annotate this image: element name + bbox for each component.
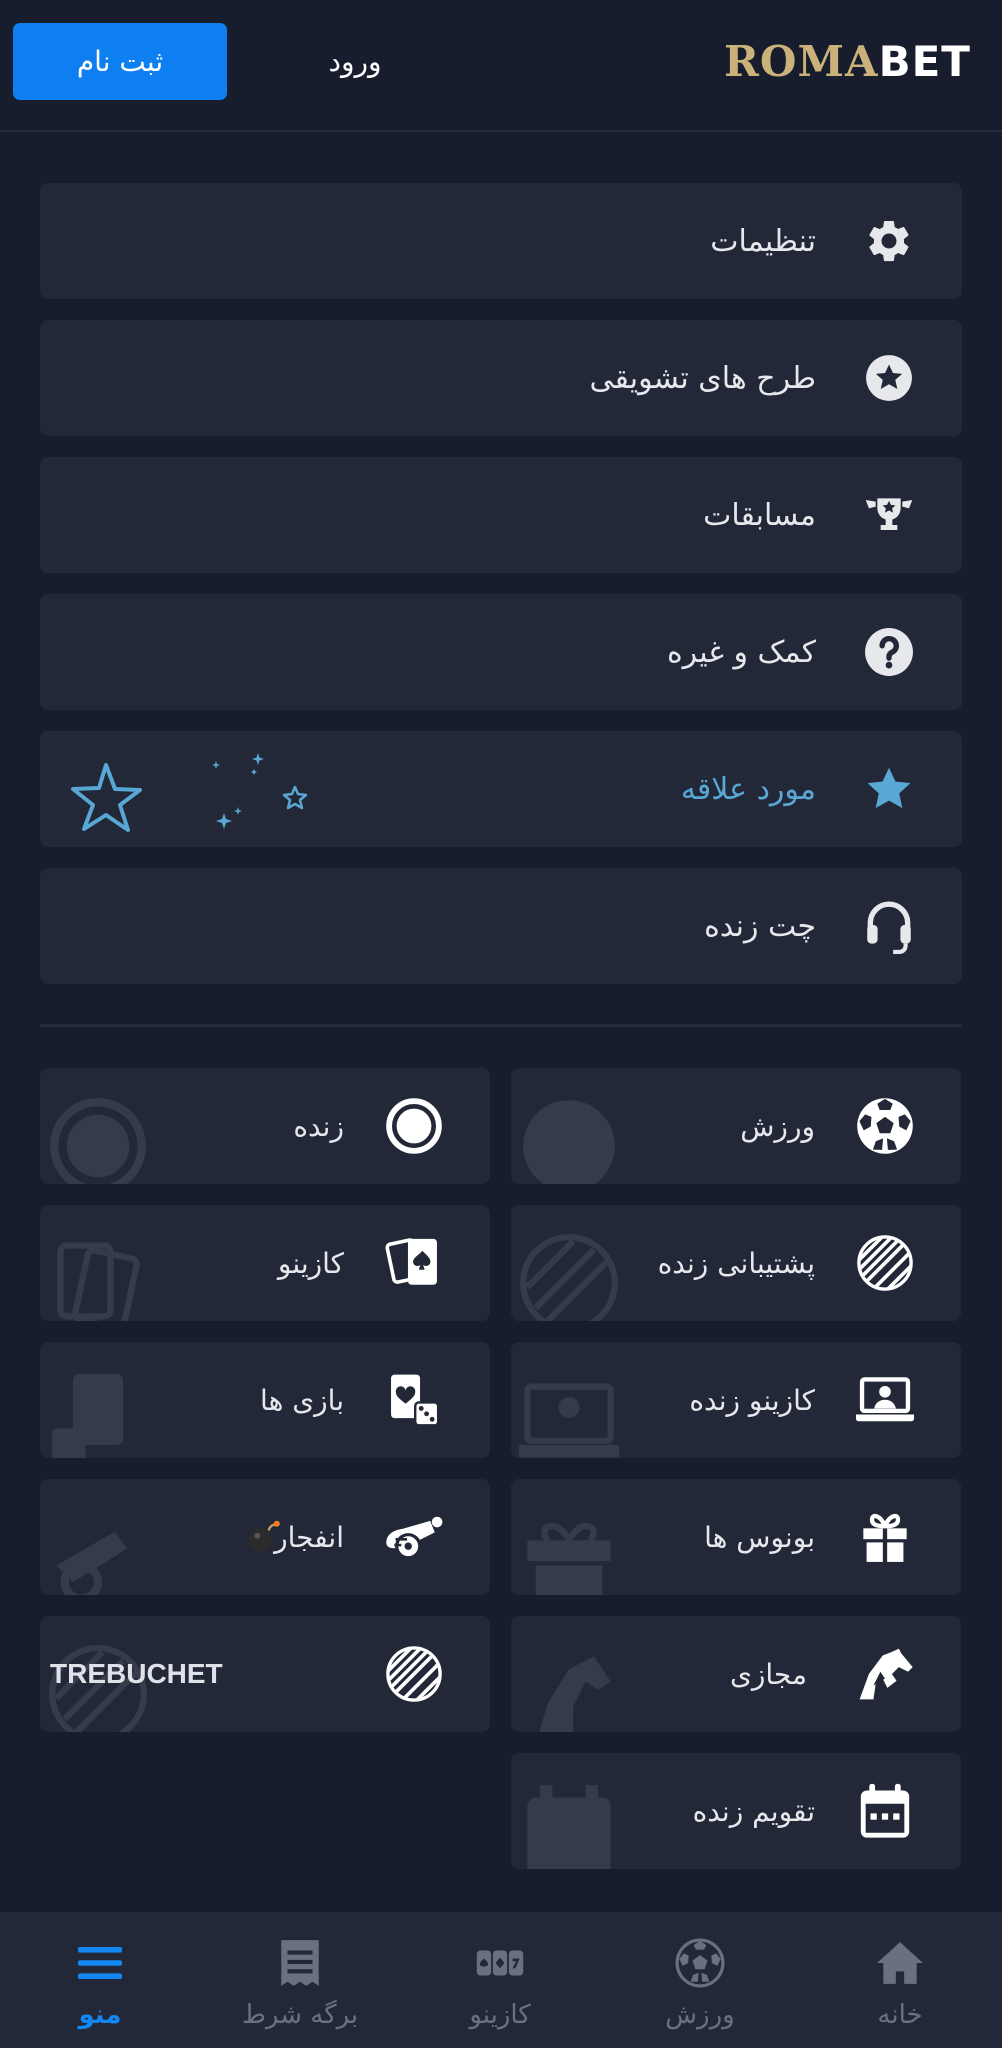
calendar-background-icon: [527, 1785, 611, 1869]
tile-label: مجازی: [729, 1657, 807, 1691]
register-button[interactable]: ثبت نام: [13, 23, 227, 100]
tile-live-calendar[interactable]: تقویم زنده: [511, 1753, 961, 1869]
menu-item-promotions[interactable]: طرح های تشویقی: [40, 320, 962, 436]
nav-label: کازینو: [469, 2000, 531, 2030]
star-circle-icon: [864, 353, 914, 403]
tile-live-casino[interactable]: کازینو زنده: [511, 1342, 961, 1458]
nav-casino[interactable]: کازینو: [400, 1912, 600, 2048]
menu-icon: [75, 1938, 125, 1988]
tile-label: کازینو زنده: [689, 1383, 815, 1417]
tile-live-support[interactable]: پشتیبانی زنده: [511, 1205, 961, 1321]
horse-icon: [855, 1644, 915, 1704]
nav-sports[interactable]: ورزش: [600, 1912, 800, 2048]
soccer-ball-background-icon: [523, 1100, 615, 1184]
tile-label: زنده: [293, 1109, 344, 1143]
games-background-icon: [52, 1374, 123, 1458]
calendar-icon: [855, 1781, 915, 1841]
soccer-ball-icon: [675, 1938, 725, 1988]
live-record-icon: [384, 1096, 444, 1156]
favorites-stars-decoration: [71, 753, 308, 832]
trophy-icon: [864, 490, 914, 540]
logo-roma-text: ROMA: [724, 36, 879, 86]
romabet-logo[interactable]: ROMA BET: [724, 36, 971, 86]
question-icon: [864, 627, 914, 677]
tile-label: بونوس ها: [704, 1520, 815, 1554]
tile-bonuses[interactable]: بونوس ها: [511, 1479, 961, 1595]
tile-casino[interactable]: کازینو: [40, 1205, 490, 1321]
menu-item-help[interactable]: کمک و غیره: [40, 594, 962, 710]
logo-bet-text: BET: [878, 36, 971, 86]
nav-bet-slip[interactable]: برگه شرط: [200, 1912, 400, 2048]
star-icon: [864, 764, 914, 814]
menu-item-label: کمک و غیره: [666, 634, 816, 670]
tile-virtual[interactable]: مجازی: [511, 1616, 961, 1732]
menu-item-label: چت زنده: [704, 908, 816, 944]
slot-icon: [475, 1938, 525, 1988]
menu-item-favorites[interactable]: مورد علاقه: [40, 731, 962, 847]
section-divider: [40, 1024, 962, 1027]
tile-label: ورزش: [740, 1109, 815, 1143]
menu-item-label: طرح های تشویقی: [589, 360, 816, 396]
nav-label: خانه: [877, 2000, 923, 2030]
gear-icon: [864, 216, 914, 266]
menu-item-live-chat[interactable]: چت زنده: [40, 868, 962, 984]
tile-label: بازی ها: [260, 1383, 344, 1417]
horse-background-icon: [539, 1656, 611, 1732]
cannon-background-icon: [56, 1532, 128, 1595]
tile-live[interactable]: زنده: [40, 1068, 490, 1184]
nav-home[interactable]: خانه: [800, 1912, 1000, 2048]
tile-trebuchet[interactable]: TREBUCHET: [40, 1616, 490, 1732]
trebuchet-label: TREBUCHET: [50, 1658, 223, 1689]
login-button[interactable]: ورود: [300, 23, 410, 100]
nav-menu[interactable]: منو: [0, 1912, 200, 2048]
card-dice-icon: [384, 1370, 444, 1430]
tile-crash[interactable]: انفجار: [40, 1479, 490, 1595]
tile-sports[interactable]: ورزش: [511, 1068, 961, 1184]
playing-cards-icon: [384, 1233, 444, 1293]
headset-icon: [864, 901, 914, 954]
laptop-background-icon: [519, 1383, 619, 1458]
live-background-icon: [50, 1098, 146, 1184]
soccer-ball-icon: [855, 1096, 915, 1156]
nav-label: ورزش: [665, 2000, 735, 2030]
bomb-emoji-icon: [246, 1517, 282, 1553]
striped-circle-icon: [384, 1644, 444, 1704]
nav-label: برگه شرط: [241, 2000, 359, 2030]
striped-circle-icon: [855, 1233, 915, 1293]
cannon-icon: [384, 1507, 444, 1567]
menu-item-label: مسابقات: [703, 497, 816, 533]
tile-label: انفجار: [274, 1520, 344, 1554]
receipt-icon: [275, 1938, 325, 1988]
gift-icon: [855, 1507, 915, 1567]
menu-item-settings[interactable]: تنظیمات: [40, 183, 962, 299]
gift-background-icon: [527, 1522, 611, 1595]
home-icon: [875, 1938, 925, 1988]
tile-label: تقویم زنده: [692, 1794, 815, 1828]
tile-label: پشتیبانی زنده: [657, 1246, 815, 1280]
nav-label: منو: [78, 2000, 122, 2030]
tile-games[interactable]: بازی ها: [40, 1342, 490, 1458]
bottom-navigation: منو برگه شرط کازینو ورزش خانه: [0, 1912, 1002, 2048]
cards-background-icon: [57, 1242, 140, 1321]
menu-item-label: مورد علاقه: [680, 771, 816, 807]
tile-label: کازینو: [277, 1246, 344, 1280]
menu-item-tournaments[interactable]: مسابقات: [40, 457, 962, 573]
top-header: ثبت نام ورود ROMA BET: [0, 0, 1002, 132]
laptop-dealer-icon: [855, 1370, 915, 1430]
striped-circle-background-icon: [520, 1234, 618, 1321]
menu-item-label: تنظیمات: [710, 223, 816, 259]
